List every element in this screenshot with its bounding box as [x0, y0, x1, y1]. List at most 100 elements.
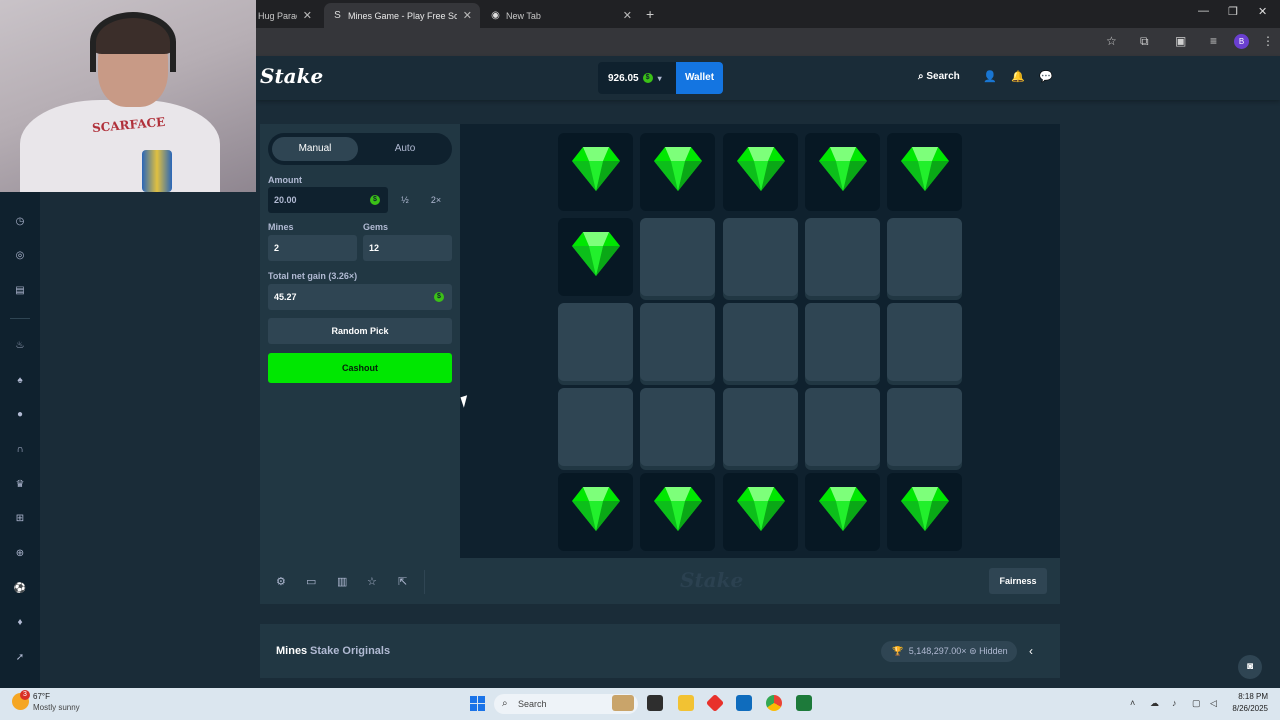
- tile-hidden[interactable]: [640, 388, 716, 466]
- search-button[interactable]: ⌕ Search: [918, 71, 960, 82]
- tile-hidden[interactable]: [887, 388, 963, 466]
- slots-icon[interactable]: ♠: [12, 373, 28, 389]
- game-title[interactable]: Mines: [276, 645, 307, 657]
- volume-icon[interactable]: ◁: [1210, 698, 1217, 709]
- tile-gem[interactable]: [640, 133, 716, 211]
- extensions-icon[interactable]: ⧉: [1140, 34, 1149, 49]
- tray-chevron-up-icon[interactable]: ˄: [1130, 698, 1135, 708]
- theatre-icon[interactable]: ▭: [306, 575, 316, 588]
- game-provider[interactable]: Stake Originals: [310, 645, 390, 657]
- menu-icon[interactable]: ⋮: [1262, 34, 1274, 48]
- tile-hidden[interactable]: [722, 218, 798, 296]
- flame-icon[interactable]: ♦: [12, 615, 28, 631]
- gear-icon[interactable]: ⚙: [276, 575, 286, 588]
- media-icon[interactable]: ≡: [1210, 34, 1217, 48]
- tile-hidden[interactable]: [722, 303, 798, 381]
- amount-input[interactable]: 20.00 $: [268, 187, 388, 213]
- fire-icon[interactable]: ♨: [12, 338, 28, 354]
- popout-icon[interactable]: ⇱: [398, 575, 407, 588]
- outlook-icon[interactable]: [736, 695, 752, 711]
- chrome-taskbar-icon[interactable]: [766, 695, 782, 711]
- tile-gem[interactable]: [722, 473, 798, 551]
- rocket-icon[interactable]: ➚: [12, 650, 28, 666]
- bell-icon[interactable]: 🔔: [1011, 70, 1025, 83]
- star-icon[interactable]: ☆: [367, 575, 377, 588]
- stats-icon[interactable]: ▥: [337, 575, 347, 588]
- net-gain-value: 45.27: [274, 292, 297, 302]
- weather-temp[interactable]: 67°F: [33, 692, 50, 701]
- tile-hidden[interactable]: [804, 303, 880, 381]
- casino-icon[interactable]: ●: [12, 407, 28, 423]
- restore-button[interactable]: ❐: [1228, 5, 1238, 18]
- tile-hidden[interactable]: [558, 388, 633, 466]
- tile-gem[interactable]: [887, 133, 963, 211]
- originals-icon[interactable]: ▤: [12, 283, 28, 299]
- wallet-button[interactable]: Wallet: [676, 62, 723, 94]
- tile-hidden[interactable]: [804, 218, 880, 296]
- site-header: [256, 56, 1280, 100]
- tab-hug-paradise[interactable]: Hug Paradise ✕: [250, 3, 320, 28]
- tile-gem[interactable]: [558, 218, 633, 296]
- tile-hidden[interactable]: [640, 218, 716, 296]
- fairness-button[interactable]: Fairness: [989, 568, 1047, 594]
- bookmark-star-icon[interactable]: ☆: [1106, 34, 1117, 48]
- max-win-badge[interactable]: 🏆 5,148,297.00× ⊜ Hidden: [881, 641, 1017, 662]
- gem-icon: [736, 487, 785, 531]
- new-tab-button[interactable]: +: [646, 6, 654, 22]
- tab-auto[interactable]: Auto: [362, 137, 448, 161]
- tile-gem[interactable]: [558, 473, 633, 551]
- tile-hidden[interactable]: [640, 303, 716, 381]
- amount-value: 20.00: [274, 195, 297, 205]
- tile-hidden[interactable]: [887, 303, 963, 381]
- profile-avatar[interactable]: B: [1234, 34, 1249, 49]
- gift-icon[interactable]: ⊞: [12, 511, 28, 527]
- chevron-left-icon[interactable]: ‹: [1029, 644, 1033, 658]
- windows-start-icon[interactable]: [470, 696, 485, 711]
- tab-manual[interactable]: Manual: [272, 137, 358, 161]
- task-view-icon[interactable]: [647, 695, 663, 711]
- clock-time[interactable]: 8:18 PM: [1228, 692, 1268, 701]
- crown-icon[interactable]: ♛: [12, 477, 28, 493]
- user-icon[interactable]: 👤: [983, 70, 997, 83]
- close-window-button[interactable]: ✕: [1258, 5, 1267, 18]
- tile-hidden[interactable]: [722, 388, 798, 466]
- balance-selector[interactable]: 926.05 $ ▾: [598, 62, 676, 94]
- half-button[interactable]: ½: [390, 187, 420, 213]
- random-pick-button[interactable]: Random Pick: [268, 318, 452, 344]
- search-icon: ⌕: [918, 71, 924, 82]
- tile-gem[interactable]: [804, 473, 880, 551]
- tile-gem[interactable]: [640, 473, 716, 551]
- app-green-icon[interactable]: [796, 695, 812, 711]
- chat-icon[interactable]: 💬: [1039, 70, 1053, 83]
- live-chat-support-icon[interactable]: ◙: [1238, 655, 1262, 679]
- live-support-icon[interactable]: ∩: [12, 442, 28, 458]
- globe-icon[interactable]: ⊕: [12, 546, 28, 562]
- tile-gem[interactable]: [558, 133, 633, 211]
- sports-icon[interactable]: ⚽: [12, 581, 28, 597]
- tile-hidden[interactable]: [804, 388, 880, 466]
- cat-widget-icon[interactable]: [612, 695, 634, 711]
- stake-logo[interactable]: Stake: [260, 64, 323, 88]
- tab-close-icon[interactable]: ✕: [463, 9, 472, 22]
- file-explorer-icon[interactable]: [678, 695, 694, 711]
- tab-close-icon[interactable]: ✕: [623, 9, 632, 22]
- tab-new-tab[interactable]: ◉ New Tab ✕: [482, 3, 640, 28]
- tile-gem[interactable]: [887, 473, 963, 551]
- onedrive-icon[interactable]: ☁: [1150, 698, 1159, 709]
- weather-desc[interactable]: Mostly sunny: [33, 703, 80, 712]
- tab-mines-game[interactable]: S Mines Game - Play Free Social Casino ✕: [324, 3, 480, 28]
- tile-gem[interactable]: [804, 133, 880, 211]
- tile-hidden[interactable]: [558, 303, 633, 381]
- clock-date[interactable]: 8/26/2025: [1224, 704, 1268, 713]
- double-button[interactable]: 2×: [421, 187, 451, 213]
- chip-icon[interactable]: ◎: [12, 248, 28, 264]
- mic-icon[interactable]: ♪: [1172, 698, 1177, 708]
- tile-gem[interactable]: [722, 133, 798, 211]
- recent-icon[interactable]: ◷: [12, 214, 28, 230]
- tab-close-icon[interactable]: ✕: [303, 9, 312, 22]
- display-icon[interactable]: ▢: [1192, 698, 1201, 709]
- minimize-button[interactable]: —: [1198, 5, 1209, 17]
- cashout-button[interactable]: Cashout: [268, 353, 452, 383]
- tile-hidden[interactable]: [887, 218, 963, 296]
- sidepanel-icon[interactable]: ▣: [1175, 34, 1186, 48]
